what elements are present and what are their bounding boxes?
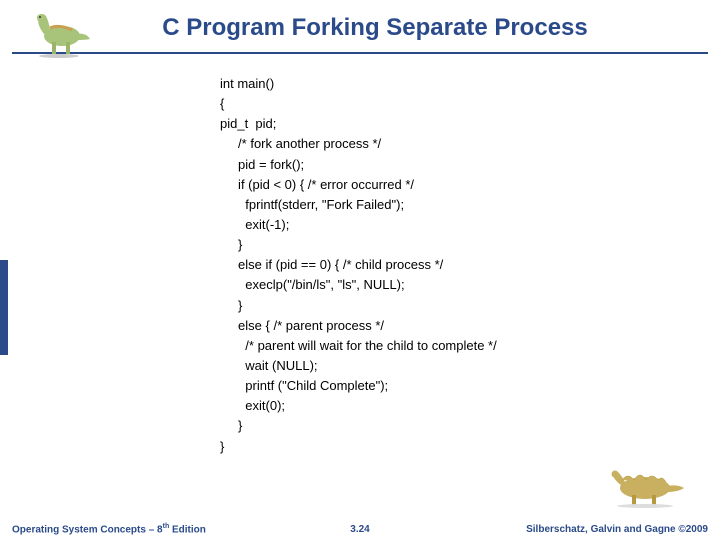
dinosaur-bottom-icon [600, 458, 690, 508]
slide-footer: Operating System Concepts – 8th Edition … [0, 518, 720, 540]
slide-header: C Program Forking Separate Process [0, 0, 720, 54]
footer-left: Operating System Concepts – 8th Edition [12, 523, 206, 535]
copyright-text: Silberschatz, Galvin and Gagne ©2009 [526, 524, 708, 535]
code-listing: int main() { pid_t pid; /* fork another … [220, 74, 720, 457]
title-underline [12, 52, 708, 54]
book-title-suffix: Edition [169, 524, 206, 535]
sidebar-accent [0, 260, 8, 355]
slide-title: C Program Forking Separate Process [30, 14, 720, 42]
dinosaur-top-icon [24, 4, 94, 59]
book-title-prefix: Operating System Concepts – 8 [12, 524, 163, 535]
slide-number: 3.24 [350, 524, 369, 535]
slide-content: int main() { pid_t pid; /* fork another … [0, 54, 720, 457]
